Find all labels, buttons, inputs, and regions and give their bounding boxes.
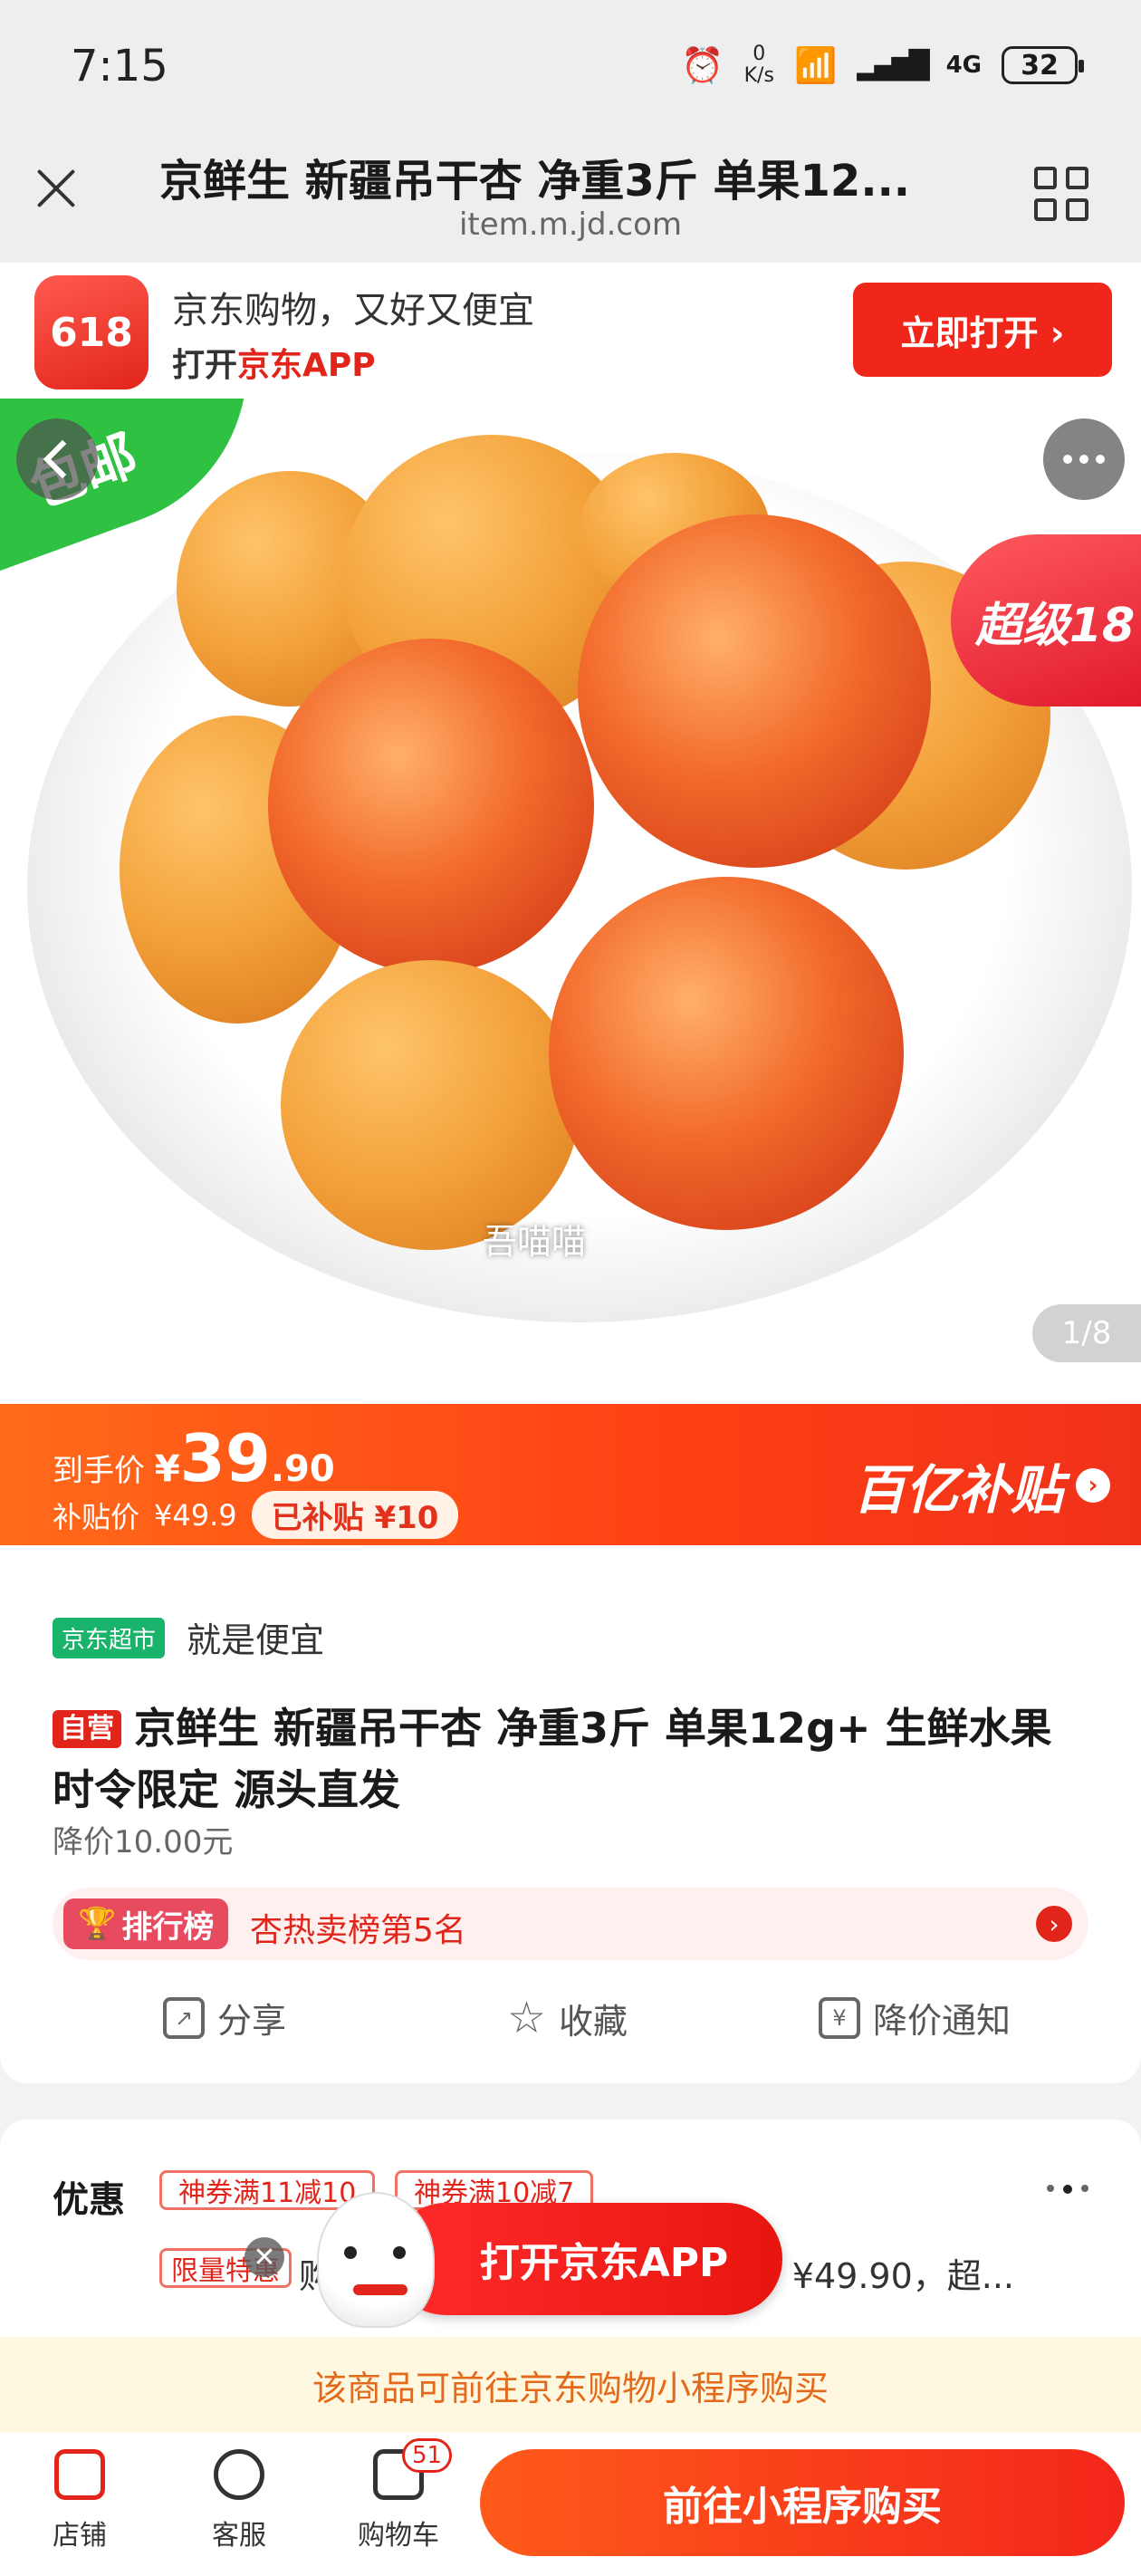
cart-count-badge: 51 (402, 2438, 453, 2473)
product-title: 自营 京鲜生 新疆吊干杏 净重3斤 单果12g+ 生鲜水果 时令限定 源头直发 (53, 1704, 1052, 1814)
arrow-right-icon: › (1076, 1468, 1110, 1503)
favorite-button[interactable]: ☆ 收藏 (507, 1993, 628, 2043)
network-type: 4G (945, 52, 982, 79)
apricot-image (281, 960, 580, 1250)
bottom-action-bar: 店铺 客服 购物车 51 前往小程序购买 (0, 2433, 1141, 2576)
subsidy-price: 补贴价 ¥49.9 已补贴 ¥10 (53, 1491, 459, 1539)
price-bar: 到手价 ¥39.90 补贴价 ¥49.9 已补贴 ¥10 百亿补贴 › (0, 1404, 1141, 1545)
joy-mascot-icon (317, 2192, 435, 2328)
app-download-banner: 618 京东购物，又好又便宜 打开京东APP 立即打开 › (0, 263, 1141, 399)
ranking-bar[interactable]: 🏆 排行榜 杏热卖榜第5名 › (53, 1888, 1088, 1960)
chevron-right-icon: › (1036, 1906, 1072, 1942)
mini-program-notice: 该商品可前往京东购物小程序购买 (0, 2337, 1141, 2433)
price-tag-icon: ¥ (819, 1996, 860, 2039)
shop-tab[interactable]: 店铺 (16, 2449, 143, 2552)
wifi-icon: 📶 (793, 44, 838, 85)
image-watermark: 吾喵喵 (483, 1222, 587, 1262)
subsidy-pill: 已补贴 ¥10 (251, 1491, 459, 1539)
alarm-icon: ⏰ (681, 44, 724, 85)
more-dots-icon[interactable] (1047, 2185, 1088, 2194)
menu-grid-icon[interactable] (1034, 167, 1088, 221)
customer-service-icon (214, 2449, 264, 2500)
billion-subsidy-link[interactable]: 百亿补贴 › (853, 1447, 1110, 1523)
ranking-text: 杏热卖榜第5名 (250, 1912, 466, 1949)
open-app-float-button[interactable]: 打开京东APP (389, 2203, 782, 2315)
action-row: ↗ 分享 ☆ 收藏 ¥ 降价通知 (0, 1993, 1141, 2056)
share-icon: ↗ (163, 1996, 205, 2039)
product-info-card: 京东超市 就是便宜 自营 京鲜生 新疆吊干杏 净重3斤 单果12g+ 生鲜水果 时… (0, 1545, 1141, 2083)
trophy-icon: 🏆 (78, 1906, 117, 1942)
banner-open-app-text: 打开京东APP (172, 347, 376, 384)
back-icon[interactable] (16, 418, 98, 500)
status-icons: ⏰ 0 K/s 📶 ▂▄▆█ 4G 32 (681, 43, 1084, 87)
image-counter: 1/8 (1032, 1304, 1141, 1362)
price-drop-text: 降价10.00元 (53, 1824, 234, 1860)
share-button[interactable]: ↗ 分享 (163, 1993, 286, 2043)
coupon-title: 优惠 (53, 2179, 125, 2221)
browser-header: 京鲜生 新疆吊干杏 净重3斤 单果12... item.m.jd.com (0, 136, 1141, 263)
open-now-button[interactable]: 立即打开 › (853, 283, 1112, 377)
apricot-image (578, 514, 931, 868)
price-alert-button[interactable]: ¥ 降价通知 (819, 1993, 1011, 2043)
store-slogan: 就是便宜 (187, 1620, 325, 1660)
page-title: 京鲜生 新疆吊干杏 净重3斤 单果12... (159, 156, 911, 207)
page: 7:15 ⏰ 0 K/s 📶 ▂▄▆█ 4G 32 京鲜生 新疆吊干杏 净重3斤… (0, 0, 1141, 2576)
close-float-icon[interactable]: ✕ (244, 2237, 284, 2277)
page-url: item.m.jd.com (458, 207, 682, 243)
net-speed: 0 K/s (743, 43, 774, 87)
final-price: 到手价 ¥39.90 (53, 1420, 335, 1496)
shop-icon (54, 2449, 105, 2500)
self-operated-tag: 自营 (53, 1710, 121, 1748)
ranking-label: 🏆 排行榜 (63, 1898, 229, 1949)
promo-badge: 超级18 (951, 534, 1141, 706)
more-options-icon[interactable] (1043, 418, 1125, 500)
signal-icon: ▂▄▆█ (857, 49, 929, 82)
buy-in-mini-program-button[interactable]: 前往小程序购买 (480, 2449, 1125, 2556)
apricot-image (268, 639, 594, 974)
store-badge: 京东超市 (53, 1618, 166, 1658)
star-icon: ☆ (507, 1993, 547, 2043)
status-bar: 7:15 ⏰ 0 K/s 📶 ▂▄▆█ 4G 32 (0, 0, 1141, 136)
battery-indicator: 32 (1002, 46, 1084, 84)
banner-slogan: 京东购物，又好又便宜 (172, 290, 534, 332)
apricot-image (549, 877, 904, 1230)
status-time: 7:15 (71, 41, 168, 91)
jd-app-logo: 618 (34, 275, 149, 389)
service-tab[interactable]: 客服 (176, 2449, 302, 2552)
product-image-carousel[interactable]: 包邮 吾喵喵 超级18 1/8 (0, 399, 1141, 1404)
